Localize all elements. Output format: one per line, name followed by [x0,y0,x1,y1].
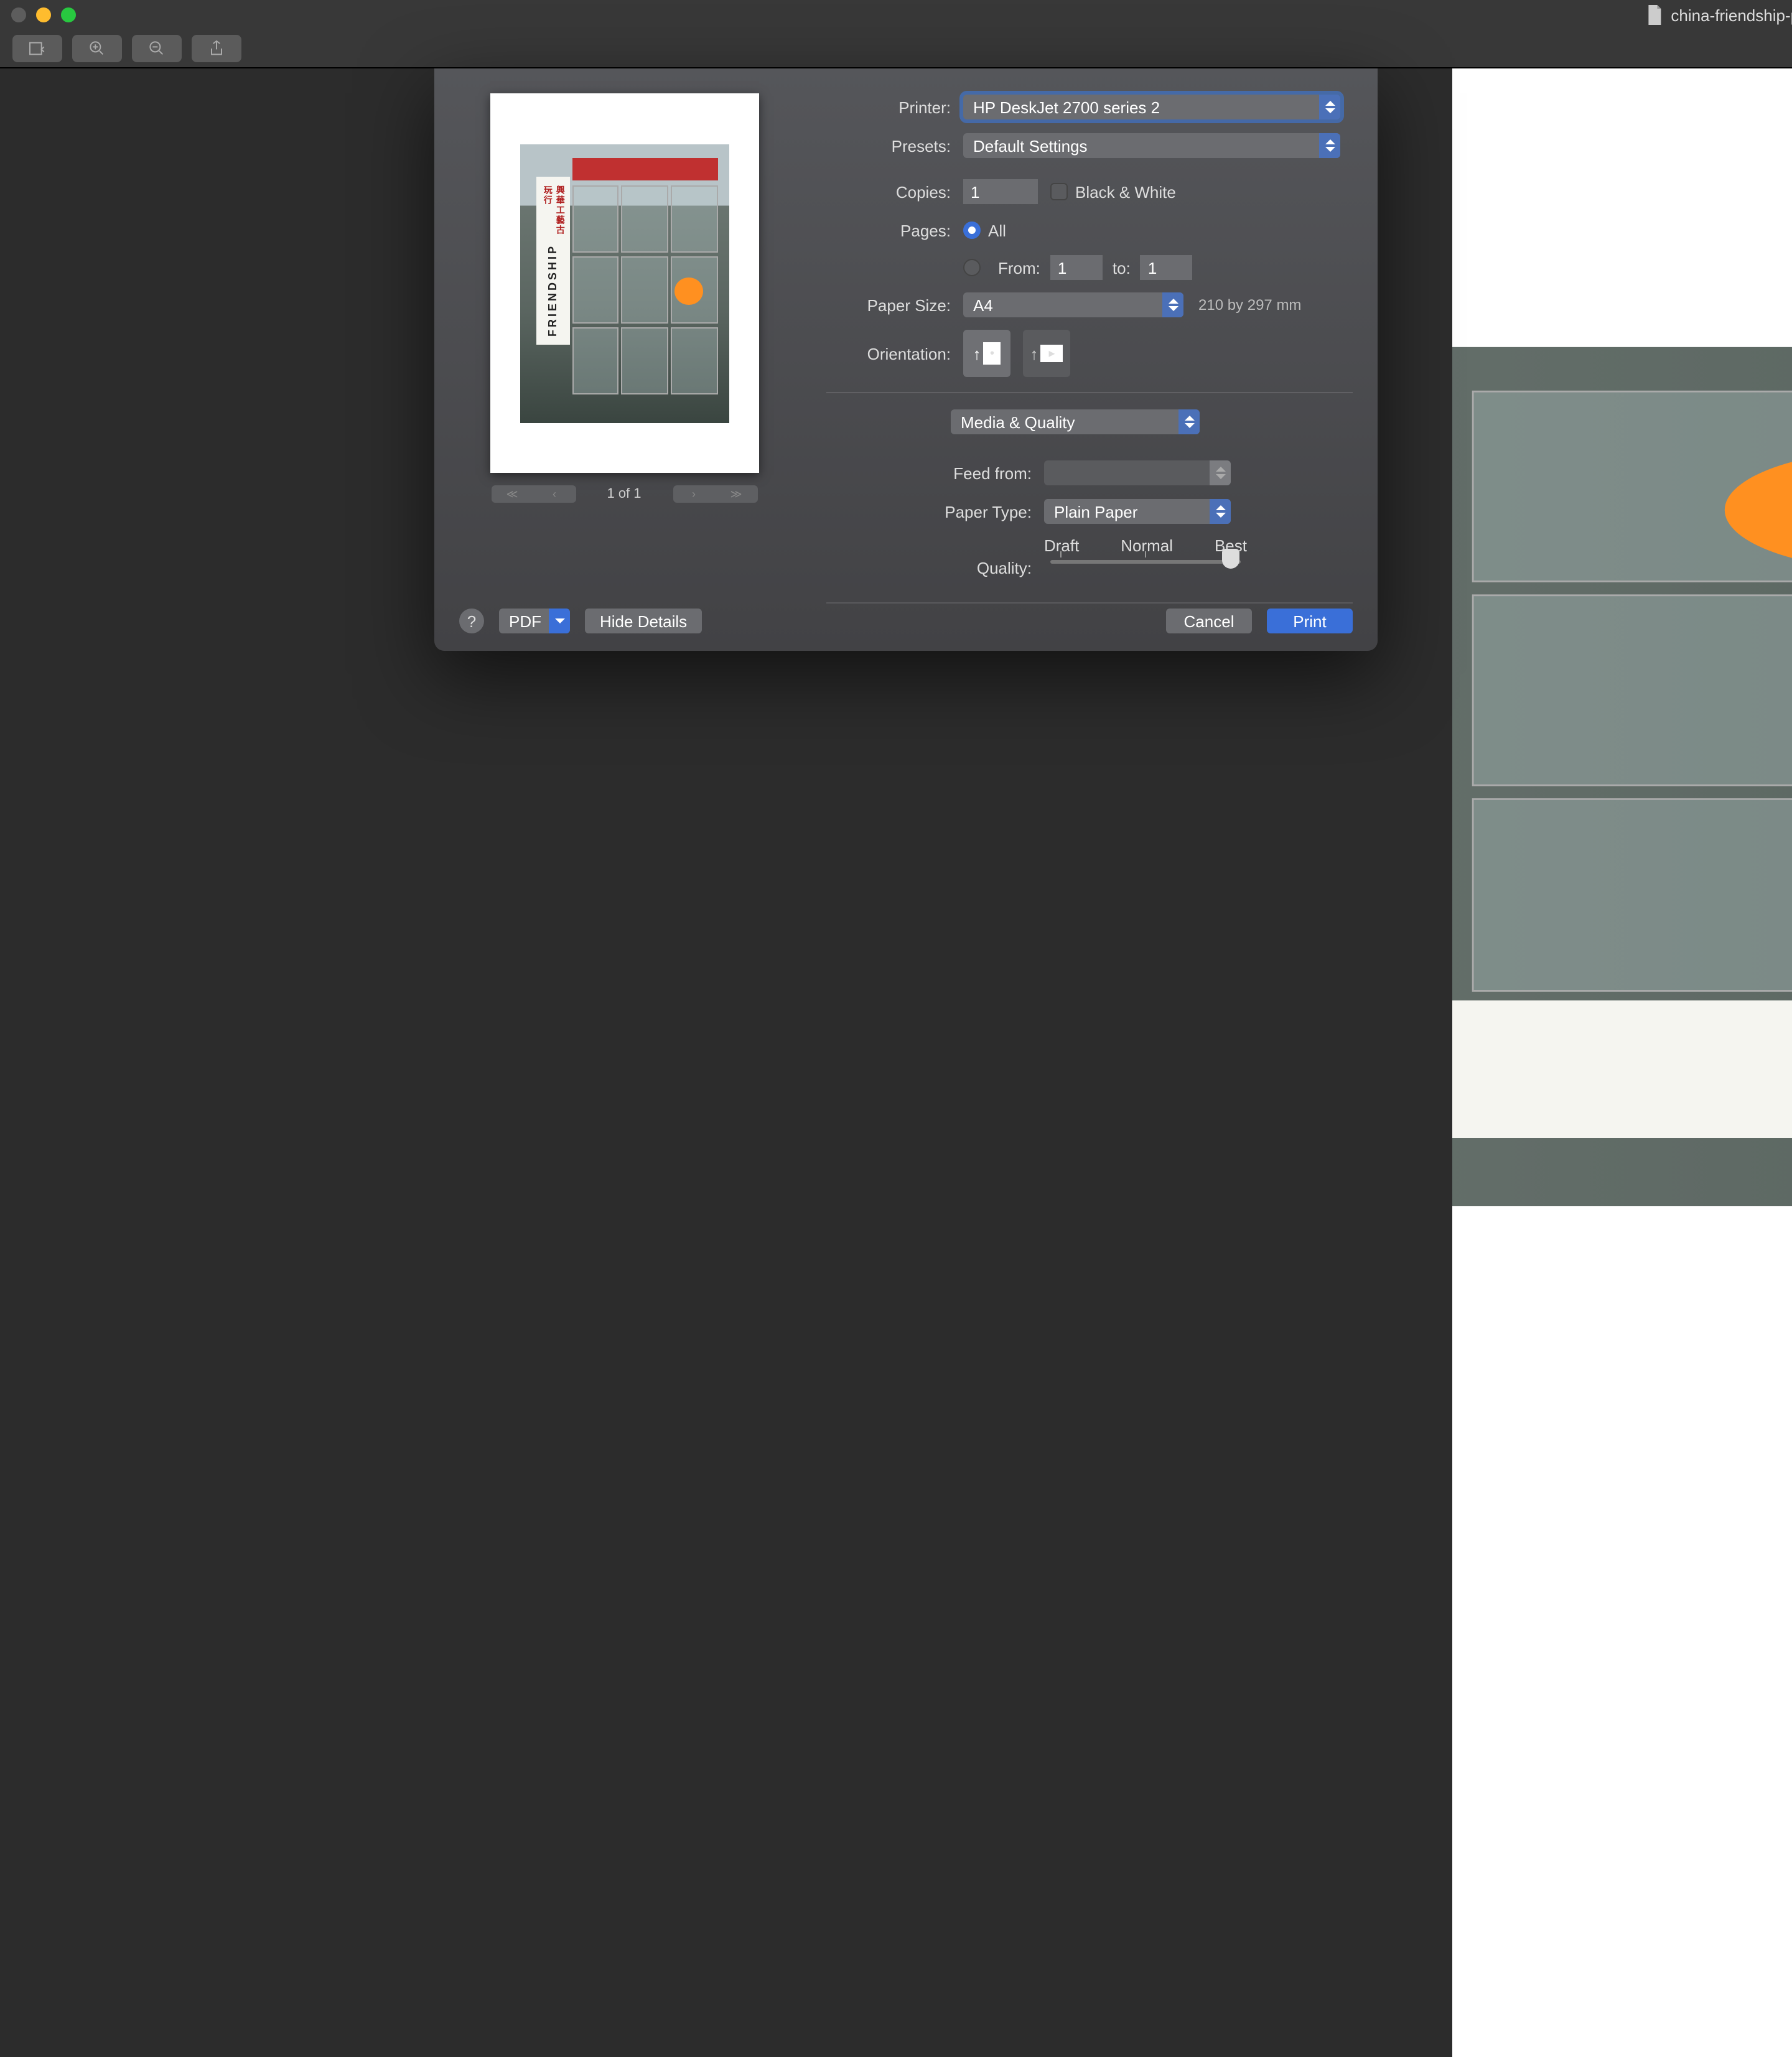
chevron-down-icon [549,609,570,633]
zoom-in-button[interactable] [72,35,122,62]
black-white-checkbox[interactable] [1050,183,1068,200]
printer-select[interactable]: HP DeskJet 2700 series 2 [963,95,1340,119]
quality-label: Quality: [826,536,1044,577]
dialog-footer: ? PDF Hide Details Cancel Print [459,609,1353,633]
hide-details-button[interactable]: Hide Details [585,609,702,633]
paper-type-label: Paper Type: [826,502,1044,521]
print-preview-page: 興華工藝古玩行 FRIENDSHIP [490,93,758,473]
cancel-button[interactable]: Cancel [1166,609,1252,633]
copies-input[interactable] [963,179,1038,204]
black-white-label: Black & White [1075,182,1176,201]
copies-label: Copies: [826,182,963,201]
pages-to-label: to: [1113,258,1131,277]
presets-label: Presets: [826,136,963,155]
print-button[interactable]: Print [1267,609,1353,633]
pages-from-input[interactable] [1050,255,1103,280]
print-settings: Printer: HP DeskJet 2700 series 2 Preset… [826,93,1353,576]
window-title: china-friendship-printing-co-t-shirt.jpg [1646,5,1792,25]
quality-normal-label: Normal [1121,536,1173,555]
share-button[interactable] [192,35,241,62]
pages-from-label: From: [998,258,1040,277]
quality-slider[interactable] [1050,560,1241,564]
document-image: 興華工藝古玩行 FRIENDSHIP [1485,68,1792,1982]
close-window-button[interactable] [11,7,26,22]
orientation-landscape-button[interactable]: ↑▸ [1023,330,1070,377]
orientation-label: Orientation: [826,344,963,363]
traffic-lights [0,7,76,22]
paper-size-select[interactable]: A4 [963,292,1183,317]
orientation-portrait-button[interactable]: ↑• [963,330,1010,377]
zoom-out-button[interactable] [132,35,182,62]
pages-all-label: All [988,221,1006,240]
pages-label: Pages: [826,221,963,240]
view-mode-button[interactable] [12,35,62,62]
pages-all-radio[interactable] [963,222,981,239]
help-button[interactable]: ? [459,609,484,633]
feed-from-label: Feed from: [826,464,1044,482]
maximize-window-button[interactable] [61,7,76,22]
minimize-window-button[interactable] [36,7,51,22]
printer-label: Printer: [826,98,963,116]
print-dialog: 興華工藝古玩行 FRIENDSHIP ≪ ‹ 1 of 1 [434,68,1378,651]
pages-from-radio[interactable] [963,259,981,276]
print-section-select[interactable]: Media & Quality [951,409,1200,434]
paper-dimensions: 210 by 297 mm [1198,296,1301,314]
pdf-button[interactable]: PDF [499,609,570,633]
document-icon [1646,5,1663,25]
preview-prev-button[interactable]: ‹ [533,485,576,503]
presets-select[interactable]: Default Settings [963,133,1340,158]
window-title-text: china-friendship-printing-co-t-shirt.jpg [1671,6,1792,24]
paper-size-label: Paper Size: [826,296,963,314]
print-preview-column: 興華工藝古玩行 FRIENDSHIP ≪ ‹ 1 of 1 [459,93,789,576]
document-page: 興華工藝古玩行 FRIENDSHIP [1452,68,1792,2057]
toolbar: Search [0,30,1792,68]
feed-from-select[interactable] [1044,460,1231,485]
quality-draft-label: Draft [1044,536,1079,555]
preview-first-button[interactable]: ≪ [491,485,533,503]
preview-page-counter: 1 of 1 [576,487,673,501]
paper-type-select[interactable]: Plain Paper [1044,499,1231,524]
titlebar: china-friendship-printing-co-t-shirt.jpg [0,0,1792,30]
preview-last-button[interactable]: ≫ [715,485,757,503]
pages-to-input[interactable] [1141,255,1193,280]
quality-slider-thumb[interactable] [1222,549,1239,569]
preview-navigation: ≪ ‹ 1 of 1 › ≫ [491,485,757,503]
preview-next-button[interactable]: › [673,485,715,503]
